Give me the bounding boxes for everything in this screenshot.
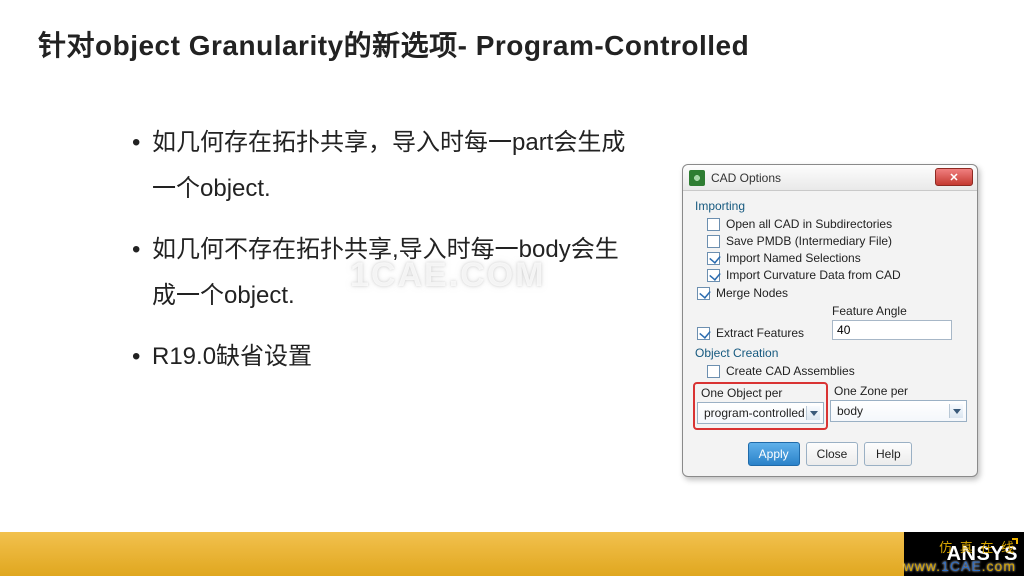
dialog-titlebar[interactable]: CAD Options ✕ bbox=[683, 165, 977, 191]
feature-angle-input[interactable] bbox=[832, 320, 952, 340]
section-importing: Importing bbox=[695, 199, 967, 213]
one-zone-per-select[interactable]: body bbox=[830, 400, 967, 422]
checkbox-label: Save PMDB (Intermediary File) bbox=[726, 234, 892, 248]
cad-options-dialog: CAD Options ✕ Importing Open all CAD in … bbox=[682, 164, 978, 477]
checkbox-row-curvature-data[interactable]: Import Curvature Data from CAD bbox=[707, 268, 967, 282]
select-value: body bbox=[837, 404, 863, 418]
checkbox-label: Open all CAD in Subdirectories bbox=[726, 217, 892, 231]
checkbox-named-selections[interactable] bbox=[707, 252, 720, 265]
close-dialog-button[interactable]: Close bbox=[806, 442, 859, 466]
bullet-item: R19.0缺省设置 bbox=[132, 334, 632, 380]
one-object-per-select[interactable]: program-controlled bbox=[697, 402, 824, 424]
section-object-creation: Object Creation bbox=[695, 346, 967, 360]
footer-accent bbox=[0, 532, 904, 576]
help-button[interactable]: Help bbox=[864, 442, 912, 466]
highlight-box: One Object per program-controlled bbox=[693, 382, 828, 430]
checkbox-open-subdirs[interactable] bbox=[707, 218, 720, 231]
checkbox-row-open-subdirs[interactable]: Open all CAD in Subdirectories bbox=[707, 217, 967, 231]
checkbox-row-named-selections[interactable]: Import Named Selections bbox=[707, 251, 967, 265]
checkbox-label: Import Named Selections bbox=[726, 251, 861, 265]
dialog-title: CAD Options bbox=[711, 171, 781, 185]
checkbox-extract-features[interactable] bbox=[697, 327, 710, 340]
one-zone-per-label: One Zone per bbox=[834, 384, 967, 398]
close-button[interactable]: ✕ bbox=[935, 168, 973, 186]
slide-title: 针对object Granularity的新选项- Program-Contro… bbox=[38, 24, 749, 64]
site-url-prefix: www. bbox=[904, 558, 941, 574]
bullet-list: 如几何存在拓扑共享，导入时每一part会生成一个object. 如几何不存在拓扑… bbox=[92, 120, 632, 396]
select-value: program-controlled bbox=[704, 406, 805, 420]
site-url-suffix: .com bbox=[982, 558, 1016, 574]
site-name-cn: 仿 真 在 线 bbox=[939, 537, 1016, 556]
checkbox-row-save-pmdb[interactable]: Save PMDB (Intermediary File) bbox=[707, 234, 967, 248]
bullet-item: 如几何存在拓扑共享，导入时每一part会生成一个object. bbox=[132, 120, 632, 211]
checkbox-merge-nodes[interactable] bbox=[697, 287, 710, 300]
checkbox-label: Extract Features bbox=[716, 326, 804, 340]
checkbox-create-assemblies[interactable] bbox=[707, 365, 720, 378]
checkbox-curvature-data[interactable] bbox=[707, 269, 720, 282]
checkbox-label: Create CAD Assemblies bbox=[726, 364, 855, 378]
chevron-down-icon bbox=[806, 406, 820, 420]
site-url-domain: 1CAE bbox=[941, 558, 982, 574]
checkbox-row-extract-features[interactable]: Extract Features bbox=[697, 326, 804, 340]
one-object-per-label: One Object per bbox=[701, 386, 824, 400]
apply-button[interactable]: Apply bbox=[748, 442, 800, 466]
dialog-app-icon bbox=[689, 170, 705, 186]
feature-angle-label: Feature Angle bbox=[832, 304, 952, 318]
checkbox-row-create-assemblies[interactable]: Create CAD Assemblies bbox=[707, 364, 967, 378]
bullet-item: 如几何不存在拓扑共享,导入时每一body会生成一个object. bbox=[132, 227, 632, 318]
footer-bar: ANSYS bbox=[0, 532, 1024, 576]
checkbox-row-merge-nodes[interactable]: Merge Nodes bbox=[697, 286, 967, 300]
close-icon: ✕ bbox=[949, 171, 958, 184]
chevron-down-icon bbox=[949, 404, 963, 418]
checkbox-label: Merge Nodes bbox=[716, 286, 788, 300]
site-url: www.1CAE.com bbox=[904, 558, 1016, 574]
checkbox-label: Import Curvature Data from CAD bbox=[726, 268, 901, 282]
checkbox-save-pmdb[interactable] bbox=[707, 235, 720, 248]
